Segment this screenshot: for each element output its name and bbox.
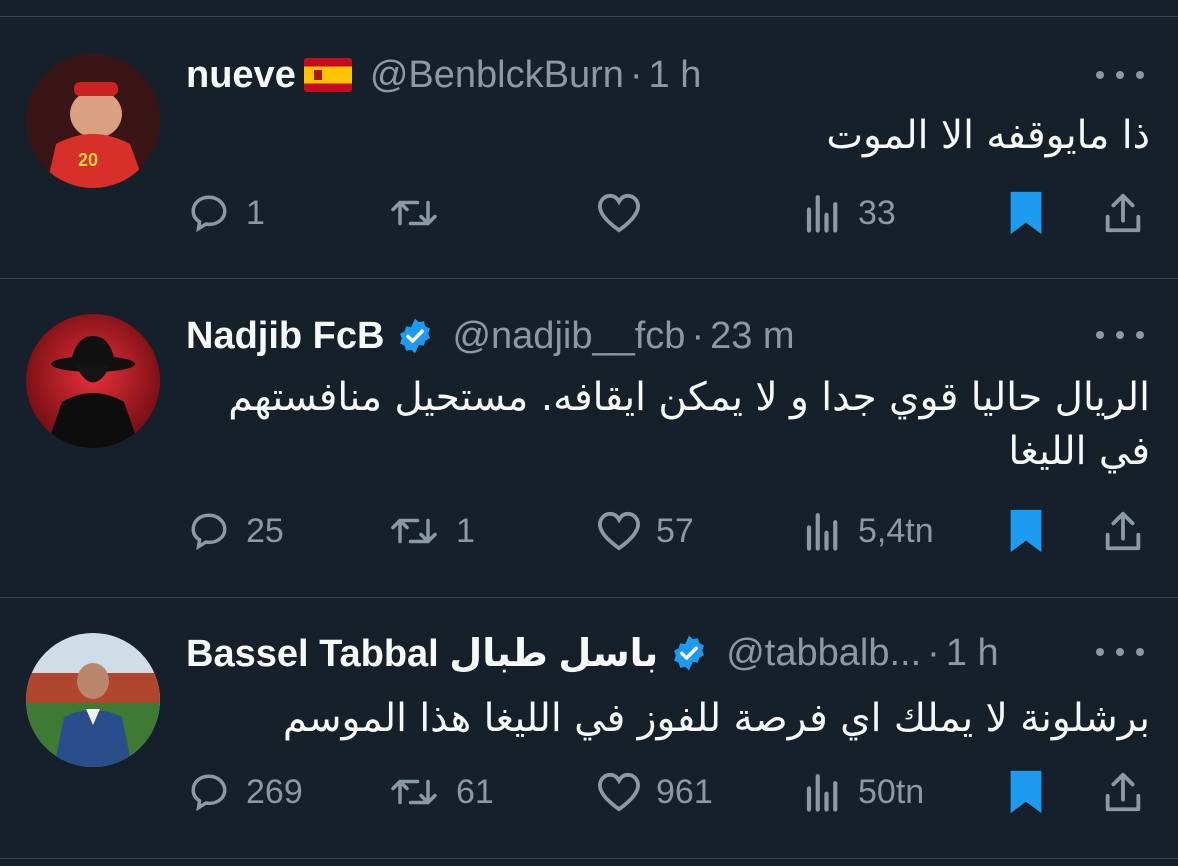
heart-icon (597, 193, 641, 233)
display-name[interactable]: nueve (186, 54, 296, 97)
reply-icon (191, 774, 227, 812)
like-count: 57 (656, 511, 694, 550)
tweet-text: ذا مايوقفه الا الموت (826, 113, 1150, 158)
heart-icon (597, 511, 641, 551)
tweet[interactable]: Nadjib FcB @nadjib__fcb · 23 m الريال حا… (0, 279, 1178, 597)
share-button[interactable] (1100, 762, 1146, 822)
views-icon (806, 195, 838, 233)
views-button[interactable]: 33 (802, 183, 896, 243)
display-name[interactable]: Nadjib FcB (186, 315, 384, 358)
share-icon (1105, 193, 1141, 233)
display-name[interactable]: Bassel Tabbal باسل طبال (186, 631, 658, 676)
reply-button[interactable]: 25 (186, 501, 284, 561)
avatar-image: 20 (26, 54, 160, 188)
separator-dot: · (691, 314, 705, 357)
separator-dot: · (927, 631, 940, 674)
reply-count: 269 (246, 772, 303, 811)
views-button[interactable]: 5,4tn (802, 501, 934, 561)
timestamp[interactable]: 1 h (649, 54, 702, 97)
like-button[interactable]: 961 (596, 762, 713, 822)
separator-dot: · (629, 53, 643, 96)
handle[interactable]: @nadjib__fcb (452, 315, 685, 358)
reply-count: 25 (246, 511, 284, 550)
reply-button[interactable]: 1 (186, 183, 265, 243)
share-icon (1105, 772, 1141, 812)
reply-icon (191, 195, 227, 233)
bookmark-icon (1010, 191, 1042, 235)
reply-count: 1 (246, 193, 265, 232)
tweet-actions: 269 61 961 50tn (0, 762, 1178, 822)
verified-badge-icon (400, 318, 431, 354)
tweet-text: برشلونة لا يملك اي فرصة للفوز في الليغا … (282, 696, 1150, 741)
retweet-button[interactable]: 61 (386, 762, 494, 822)
spain-flag-icon (303, 58, 352, 92)
views-icon (806, 774, 838, 812)
retweet-count: 61 (456, 772, 494, 811)
views-button[interactable]: 50tn (802, 762, 924, 822)
share-icon (1105, 511, 1141, 551)
avatar-image (26, 314, 160, 448)
retweet-button[interactable] (386, 183, 456, 243)
verified-badge-icon (674, 635, 705, 671)
like-button[interactable]: 57 (596, 501, 694, 561)
more-options-icon[interactable] (1096, 325, 1144, 345)
tweet-actions: 25 1 57 5,4tn (0, 501, 1178, 561)
reply-icon (191, 513, 227, 551)
handle[interactable]: @tabbalb... (726, 632, 921, 675)
share-button[interactable] (1100, 501, 1146, 561)
share-button[interactable] (1100, 183, 1146, 243)
tweet-actions: 1 33 (0, 183, 1178, 243)
divider-bottom (0, 858, 1178, 859)
bookmark-button[interactable] (1006, 762, 1046, 822)
avatar[interactable]: 20 (26, 54, 160, 188)
bookmark-button[interactable] (1006, 501, 1046, 561)
tweet[interactable]: Bassel Tabbal باسل طبال @tabbalb... · 1 … (0, 598, 1178, 858)
bookmark-icon (1010, 509, 1042, 553)
more-options-icon[interactable] (1096, 65, 1144, 85)
tweet-text: الريال حاليا قوي جدا و لا يمكن ايقافه. م… (228, 375, 1150, 474)
more-options-icon[interactable] (1096, 642, 1144, 662)
like-count: 961 (656, 772, 713, 811)
view-count: 33 (858, 193, 896, 232)
tweet[interactable]: 20 nueve @BenblckBurn · 1 h ذا مايوقفه ا… (0, 17, 1178, 278)
view-count: 5,4tn (858, 511, 934, 550)
svg-text:20: 20 (78, 150, 98, 170)
handle[interactable]: @BenblckBurn (370, 54, 624, 97)
avatar[interactable] (26, 633, 160, 767)
tweet-header: Bassel Tabbal باسل طبال @tabbalb... · 1 … (186, 628, 1118, 678)
retweet-icon (391, 779, 437, 805)
bookmark-button[interactable] (1006, 183, 1046, 243)
timestamp[interactable]: 1 h (946, 632, 999, 675)
timestamp[interactable]: 23 m (710, 315, 794, 358)
reply-button[interactable]: 269 (186, 762, 303, 822)
tweet-header: nueve @BenblckBurn · 1 h (186, 50, 1118, 100)
avatar[interactable] (26, 314, 160, 448)
retweet-count: 1 (456, 511, 475, 550)
view-count: 50tn (858, 772, 925, 811)
retweet-button[interactable]: 1 (386, 501, 475, 561)
views-icon (806, 513, 838, 551)
retweet-icon (391, 200, 437, 226)
heart-icon (597, 772, 641, 812)
tweet-header: Nadjib FcB @nadjib__fcb · 23 m (186, 311, 1118, 361)
like-button[interactable] (596, 183, 656, 243)
retweet-icon (391, 518, 437, 544)
bookmark-icon (1010, 770, 1042, 814)
avatar-image (26, 633, 160, 767)
